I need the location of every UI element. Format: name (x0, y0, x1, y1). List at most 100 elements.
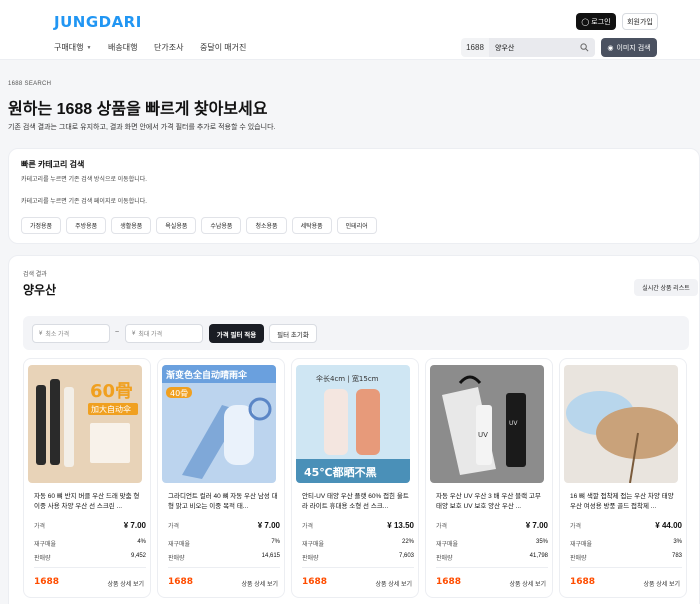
category-chip[interactable]: 세탁용품 (291, 217, 332, 234)
reset-filter-button[interactable]: 필터 초기화 (269, 324, 317, 343)
price-filter-bar: ¥ 최소 가격 ~ ¥ 최대 가격 가격 필터 적용 필터 초기화 (23, 316, 689, 350)
nav-item-shipping[interactable]: 배송대행 (108, 42, 154, 53)
product-card[interactable]: UV UV 자동 우산 UV 우산 3 배 우산 블랙 고무 태양 보호 UV … (425, 358, 553, 598)
repurchase-value: 22% (401, 539, 414, 545)
category-chip[interactable]: 인테리어 (336, 217, 377, 234)
page-title: 원하는 1688 상품을 빠르게 찾아보세요 (8, 101, 268, 118)
sales-row: 판매량 14,615 (168, 553, 280, 562)
product-title[interactable]: 16 뼈 색깔 접착제 접는 우산 차양 태양 우산 여성용 방풍 골드 접착제… (570, 492, 680, 512)
svg-text:UV: UV (478, 431, 488, 439)
signup-button[interactable]: 회원가입 (622, 13, 658, 30)
price-label: 가격 (436, 524, 448, 530)
sales-value: 14,615 (261, 553, 280, 559)
price-label: 가격 (168, 524, 180, 530)
svg-text:60骨: 60骨 (90, 381, 133, 402)
max-price-placeholder: 최대 가격 (138, 332, 163, 338)
product-image[interactable]: UV UV (430, 365, 544, 483)
price-row: 가격 ¥ 7.00 (168, 521, 280, 530)
nav-item-price-research[interactable]: 단가조사 (154, 42, 200, 53)
repurchase-row: 재구매율 3% (570, 539, 682, 548)
price-value: ¥ 7.00 (123, 521, 146, 530)
product-title[interactable]: 안티-UV 태양 우산 플랫 60% 접힌 울트라 라이트 휴대용 소형 선 스… (302, 492, 412, 512)
product-card[interactable]: 16 뼈 색깔 접착제 접는 우산 차양 태양 우산 여성용 방풍 골드 접착제… (559, 358, 687, 598)
product-image[interactable] (564, 365, 678, 483)
brand-logo-1688: 1688 (570, 577, 596, 587)
divider (570, 567, 682, 568)
login-button[interactable]: ◯ 로그인 (576, 13, 616, 30)
product-card[interactable]: 伞长4cm | 宽15cm 45℃都晒不黑 안티-UV 태양 우산 플랫 60%… (291, 358, 419, 598)
product-image[interactable]: 渐变色全自动晴雨伞 40骨 (162, 365, 276, 483)
product-image[interactable]: 60骨 加大自动伞 (28, 365, 142, 483)
price-value: ¥ 13.50 (387, 521, 414, 530)
top-header: JUNGDARI ◯ 로그인 회원가입 구매대행 ▼ 배송대행 단가조사 중달이… (0, 0, 700, 60)
hero-eyebrow: 1688 SEARCH (8, 81, 52, 87)
repurchase-label: 재구매율 (436, 542, 459, 548)
sales-value: 9,452 (130, 553, 146, 559)
search-box: 1688 (461, 38, 595, 57)
svg-text:45℃都晒不黑: 45℃都晒不黑 (304, 465, 377, 479)
svg-text:UV: UV (509, 420, 518, 427)
product-card[interactable]: 渐变色全自动晴雨伞 40骨 그라디언트 컬러 40 뼈 자동 우산 남성 대형 … (157, 358, 285, 598)
apply-filter-button[interactable]: 가격 필터 적용 (209, 324, 264, 343)
product-detail-link[interactable]: 상품 상세 보기 (376, 579, 412, 588)
nav-item-purchase[interactable]: 구매대행 ▼ (54, 42, 108, 53)
divider (436, 567, 548, 568)
camera-icon: ◉ (607, 44, 614, 52)
realtime-list-button[interactable]: 실시간 상품 리스트 (634, 279, 698, 296)
price-row: 가격 ¥ 7.00 (436, 521, 548, 530)
price-value: ¥ 7.00 (525, 521, 548, 530)
product-image[interactable]: 伞长4cm | 宽15cm 45℃都晒不黑 (296, 365, 410, 483)
image-search-button[interactable]: ◉ 이미지 검색 (601, 38, 657, 57)
product-title[interactable]: 그라디언트 컬러 40 뼈 자동 우산 남성 대형 맑고 비오는 이중 목적 태… (168, 492, 278, 512)
quick-category-note: 카테고리를 누르면 기존 검색 페이지로 이동합니다. (21, 199, 147, 205)
divider (34, 567, 146, 568)
brand-logo-1688: 1688 (34, 577, 60, 587)
range-separator: ~ (115, 329, 120, 336)
search-icon[interactable] (580, 43, 589, 52)
repurchase-row: 재구매율 4% (34, 539, 146, 548)
price-row: 가격 ¥ 44.00 (570, 521, 682, 530)
user-icon: ◯ (581, 18, 590, 26)
repurchase-value: 3% (673, 539, 682, 545)
min-price-input[interactable]: ¥ 최소 가격 (32, 324, 110, 343)
product-detail-link[interactable]: 상품 상세 보기 (242, 579, 278, 588)
category-chip[interactable]: 생활용품 (111, 217, 152, 234)
price-row: 가격 ¥ 13.50 (302, 521, 414, 530)
product-detail-link[interactable]: 상품 상세 보기 (108, 579, 144, 588)
category-list: 가정용품 주방용품 생활용품 욕실용품 수납용품 청소용품 세탁용품 인테리어 (21, 217, 377, 234)
product-image-graphic: UV UV (430, 365, 544, 483)
category-chip[interactable]: 가정용품 (21, 217, 62, 234)
search-source-label[interactable]: 1688 (461, 43, 489, 52)
product-grid: 60骨 加大自动伞 자동 60 뼈 반지 버클 우산 드래 맞춤 형 이중 사용… (23, 358, 687, 598)
price-label: 가격 (302, 524, 314, 530)
repurchase-label: 재구매율 (302, 542, 325, 548)
results-title: 양우산 (23, 283, 57, 297)
price-value: ¥ 7.00 (257, 521, 280, 530)
product-detail-link[interactable]: 상품 상세 보기 (510, 579, 546, 588)
svg-text:伞长4cm | 宽15cm: 伞长4cm | 宽15cm (316, 374, 379, 383)
product-detail-link[interactable]: 상품 상세 보기 (644, 579, 680, 588)
sales-value: 7,603 (398, 553, 414, 559)
price-label: 가격 (34, 524, 46, 530)
sales-row: 판매량 9,452 (34, 553, 146, 562)
brand-logo-1688: 1688 (302, 577, 328, 587)
results-eyebrow: 검색 결과 (23, 272, 47, 278)
max-price-input[interactable]: ¥ 최대 가격 (125, 324, 203, 343)
repurchase-row: 재구매율 7% (168, 539, 280, 548)
product-image-graphic (564, 365, 678, 483)
product-title[interactable]: 자동 우산 UV 우산 3 배 우산 블랙 고무 태양 보호 UV 보호 양산 … (436, 492, 546, 512)
category-chip[interactable]: 주방용품 (66, 217, 107, 234)
brand-logo-1688: 1688 (436, 577, 462, 587)
product-card[interactable]: 60骨 加大自动伞 자동 60 뼈 반지 버클 우산 드래 맞춤 형 이중 사용… (23, 358, 151, 598)
category-chip[interactable]: 욕실용품 (156, 217, 197, 234)
repurchase-label: 재구매율 (168, 542, 191, 548)
quick-category-title: 빠른 카테고리 검색 (21, 160, 85, 169)
currency-symbol: ¥ (132, 330, 136, 337)
sales-label: 판매량 (34, 556, 51, 562)
category-chip[interactable]: 수납용품 (201, 217, 242, 234)
nav-item-magazine[interactable]: 중달이 매거진 (200, 42, 246, 53)
category-chip[interactable]: 청소용품 (246, 217, 287, 234)
repurchase-row: 재구매율 22% (302, 539, 414, 548)
logo[interactable]: JUNGDARI (54, 13, 142, 31)
product-title[interactable]: 자동 60 뼈 반지 버클 우산 드래 맞춤 형 이중 사용 차양 우산 선 스… (34, 492, 144, 512)
